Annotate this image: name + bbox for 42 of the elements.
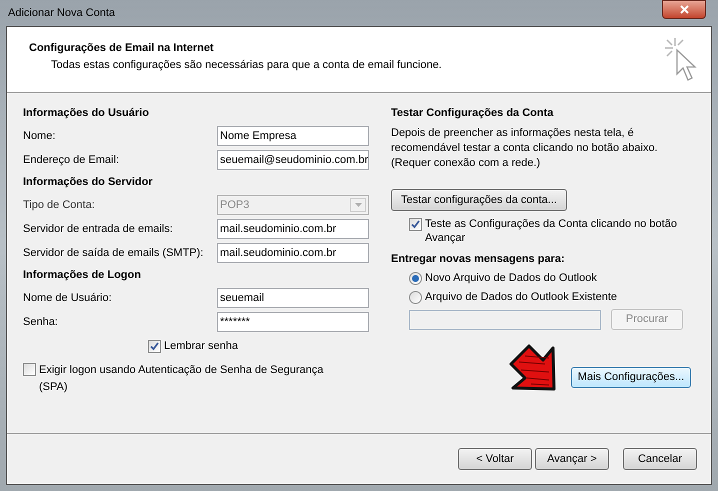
- footer-button[interactable]: Cancelar: [623, 448, 697, 470]
- section-heading: Informações de Logon: [23, 268, 142, 284]
- input-field[interactable]: seuemail@seudominio.com.br: [217, 150, 369, 170]
- checkbox[interactable]: [148, 340, 161, 352]
- field-label: Servidor de entrada de emails:: [23, 222, 173, 237]
- dropdown-arrow-icon: [354, 203, 362, 207]
- radio-button[interactable]: [409, 272, 422, 285]
- section-heading: Informações do Usuário: [23, 106, 150, 122]
- section-heading: Testar Configurações da Conta: [391, 106, 554, 122]
- field-label: Servidor de saída de emails (SMTP):: [23, 246, 204, 261]
- field-label: Senha:: [23, 314, 58, 330]
- field-label: Endereço de Email:: [23, 152, 119, 168]
- test-description: Depois de preencher as informações nesta tela, é recomendável testar a conta clicando no botão abaixo. (Requer conexão com a rede.): [391, 126, 659, 171]
- input-field[interactable]: Nome Empresa: [217, 126, 369, 146]
- input-field[interactable]: seuemail: [217, 288, 369, 308]
- close-button[interactable]: [662, 0, 706, 19]
- header-title: Configurações de Email na Internet: [29, 41, 215, 56]
- checkbox-label: Lembrar senha: [164, 338, 238, 354]
- input-field[interactable]: *******: [217, 312, 369, 332]
- radio-label: Arquivo de Dados do Outlook Existente: [425, 290, 618, 306]
- window-title: Adicionar Nova Conta: [8, 6, 116, 21]
- field-label: Nome:: [23, 128, 56, 144]
- section-heading: Entregar novas mensagens para:: [391, 252, 566, 267]
- radio-button[interactable]: [409, 291, 422, 304]
- file-path-field[interactable]: [409, 310, 601, 330]
- footer-button[interactable]: Avançar >: [535, 448, 609, 470]
- checkbox[interactable]: [23, 363, 36, 376]
- radio-label: Novo Arquivo de Dados do Outlook: [425, 271, 597, 286]
- field-label: Tipo de Conta:: [23, 198, 95, 213]
- input-field[interactable]: mail.seudominio.com.br: [217, 219, 369, 239]
- field-label: Nome de Usuário:: [23, 290, 112, 306]
- section-heading: Informações do Servidor: [23, 175, 154, 190]
- arrow-drawing: [507, 342, 557, 392]
- checkbox-label: Teste as Configurações da Conta clicando no botão Avançar: [425, 217, 678, 245]
- input-field[interactable]: mail.seudominio.com.br: [217, 243, 369, 263]
- checkbox[interactable]: [409, 218, 422, 231]
- checkbox-label: Exigir logon usando Autenticação de Senha de Segurança (SPA): [39, 363, 324, 394]
- close-icon: [680, 5, 688, 14]
- more-settings-button[interactable]: Mais Configurações...: [571, 367, 691, 388]
- footer-button[interactable]: < Voltar: [458, 448, 532, 470]
- test-settings-button[interactable]: Testar configurações da conta...: [391, 189, 567, 211]
- header-subtitle: Todas estas configurações são necessárias para que a conta de email funcione.: [50, 58, 442, 72]
